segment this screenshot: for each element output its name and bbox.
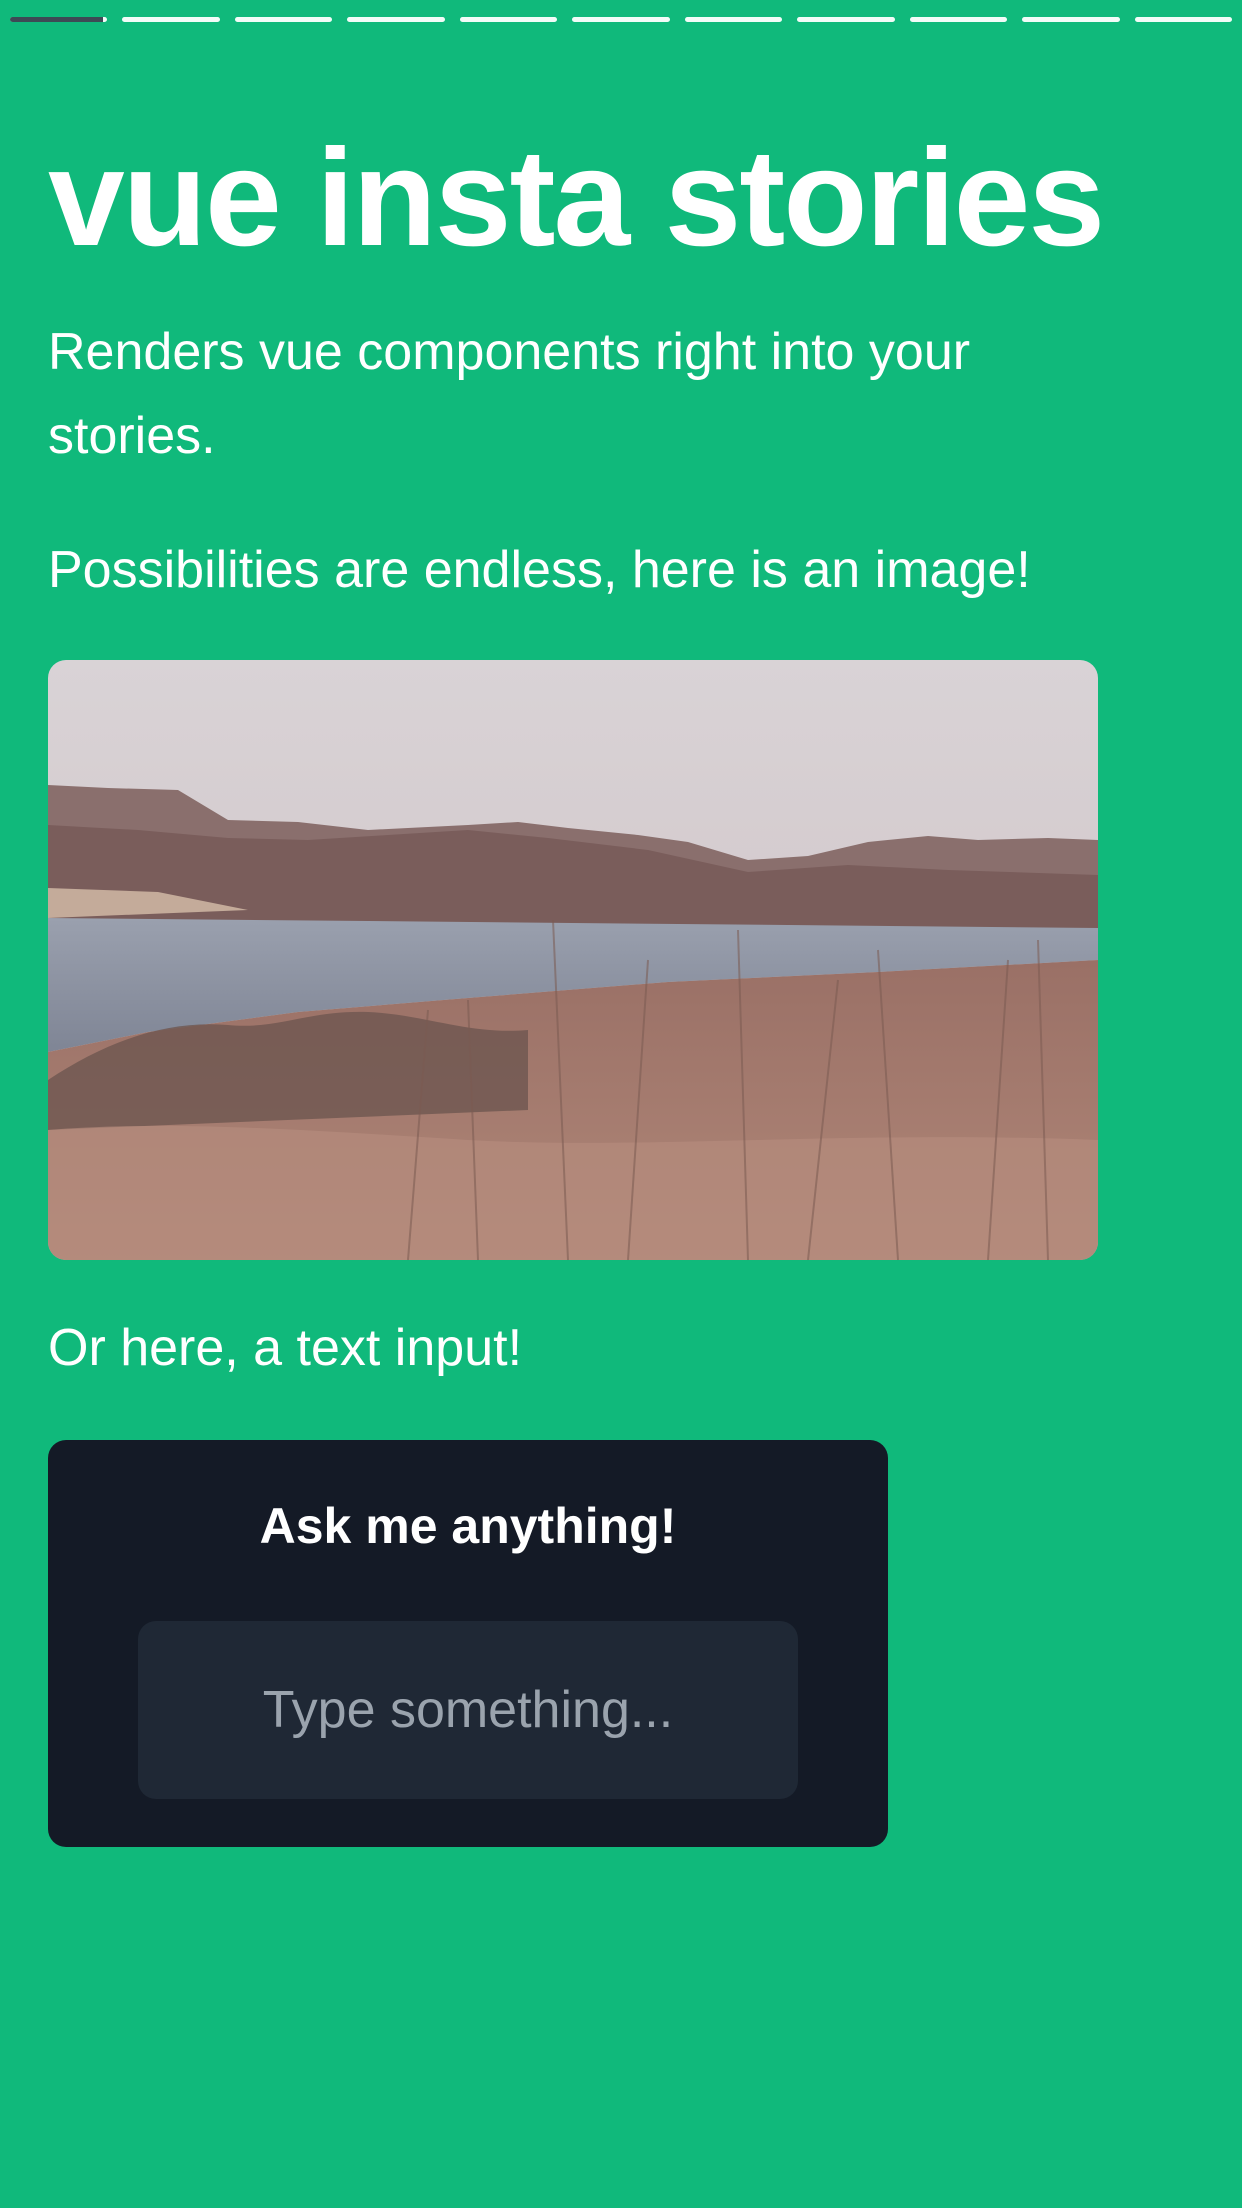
progress-segment-fill <box>10 17 103 22</box>
progress-segment <box>459 17 558 22</box>
progress-segment <box>1134 17 1232 22</box>
image-caption: Possibilities are endless, here is an im… <box>48 541 1031 599</box>
story-title: vue insta stories <box>48 121 1105 275</box>
progress-segment <box>122 17 220 22</box>
progress-segment <box>234 17 333 22</box>
ask-card-heading: Ask me anything! <box>259 1498 677 1554</box>
ask-card: Ask me anything! <box>48 1440 888 1847</box>
progress-segment <box>684 17 783 22</box>
landscape-image <box>48 660 1098 1260</box>
story-description: Renders vue components right into your s… <box>48 323 971 465</box>
progress-segment <box>1022 17 1120 22</box>
progress-segment <box>909 17 1008 22</box>
progress-segment <box>797 17 895 22</box>
progress-segment <box>572 17 670 22</box>
progress-segment <box>10 17 108 22</box>
input-caption: Or here, a text input! <box>48 1319 523 1377</box>
ask-input[interactable] <box>138 1621 798 1799</box>
story-progress-bar <box>10 17 1232 22</box>
progress-segment <box>347 17 445 22</box>
